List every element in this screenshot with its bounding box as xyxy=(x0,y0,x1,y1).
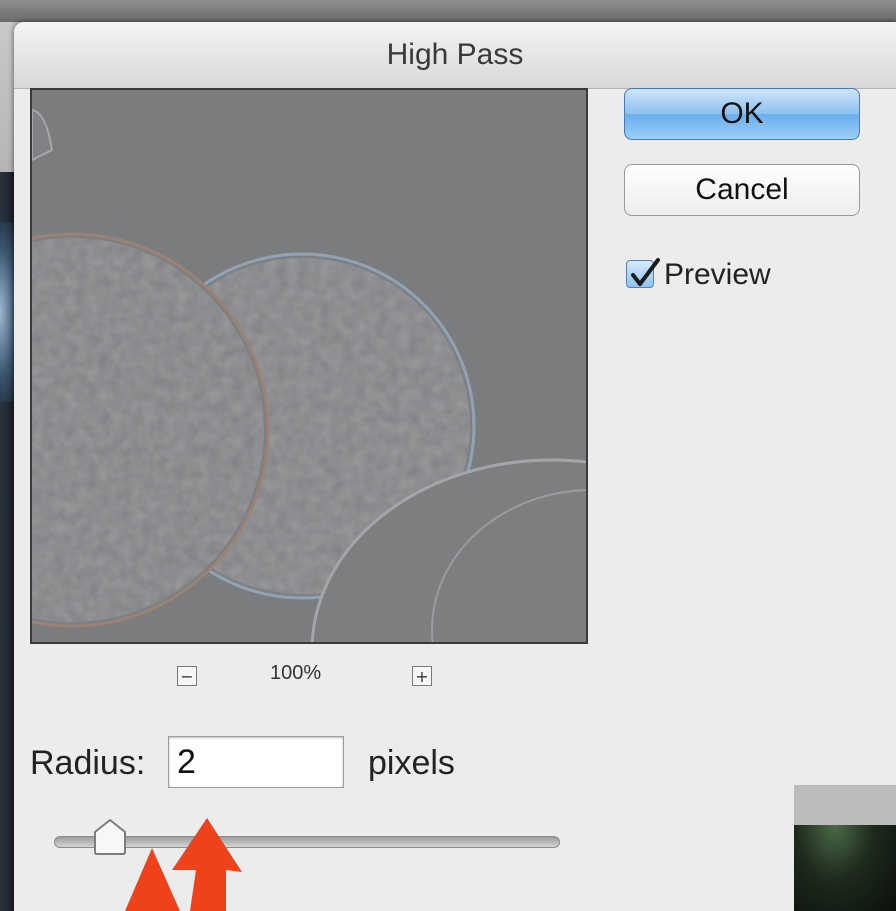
zoom-out-button[interactable]: − xyxy=(177,666,197,686)
radius-label: Radius: xyxy=(30,744,146,782)
zoom-controls: − 100% + xyxy=(0,660,640,692)
background-document xyxy=(794,785,896,911)
radius-unit-label: pixels xyxy=(368,744,455,782)
ok-button[interactable]: OK xyxy=(624,88,860,140)
cancel-button[interactable]: Cancel xyxy=(624,164,860,216)
radius-slider-track[interactable] xyxy=(54,836,560,848)
preview-checkbox-label: Preview xyxy=(664,258,771,291)
zoom-level-label: 100% xyxy=(270,662,322,684)
preview-checkbox-box[interactable] xyxy=(626,258,660,288)
slider-thumb-icon xyxy=(93,818,126,855)
radius-input[interactable] xyxy=(168,736,344,788)
radius-slider-thumb[interactable] xyxy=(92,818,128,856)
filter-preview[interactable] xyxy=(30,88,588,644)
background-app-toolbar xyxy=(0,0,896,22)
background-photo xyxy=(794,825,896,911)
preview-image xyxy=(32,90,586,642)
zoom-in-button[interactable]: + xyxy=(412,666,432,686)
checkmark-icon xyxy=(631,258,660,286)
dialog-title[interactable]: High Pass xyxy=(14,22,896,89)
